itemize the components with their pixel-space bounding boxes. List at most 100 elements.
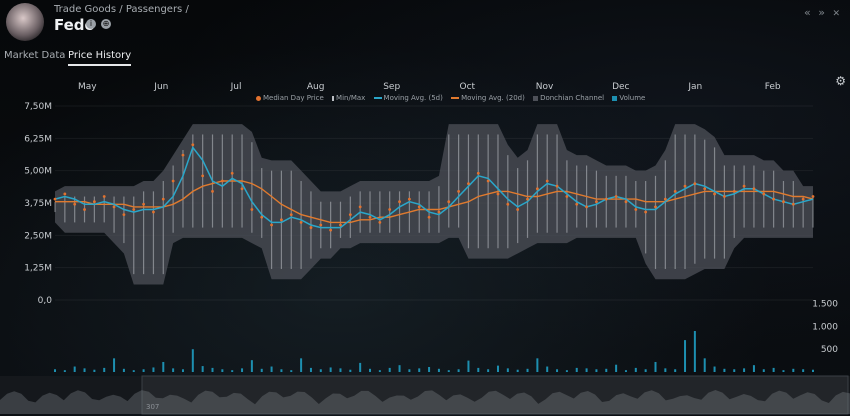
median-point (427, 215, 431, 219)
median-point (575, 202, 579, 206)
median-point (171, 179, 175, 183)
median-point (368, 215, 372, 219)
volume-bar (369, 368, 372, 372)
volume-bar (83, 368, 86, 372)
median-point (693, 182, 697, 186)
volume-tick-label: 500 (821, 345, 838, 355)
volume-bar (152, 367, 155, 372)
volume-bar (703, 358, 706, 372)
volume-bar (733, 369, 736, 372)
volume-bar (113, 358, 116, 372)
median-point (772, 197, 776, 201)
y-tick-label: 5,00M (24, 167, 52, 177)
median-point (782, 200, 785, 204)
median-point (634, 208, 638, 211)
volume-bar (644, 369, 647, 372)
median-point (762, 192, 766, 196)
median-point (92, 200, 96, 204)
volume-bar (526, 368, 529, 372)
volume-bar (752, 365, 755, 372)
volume-bar (487, 369, 490, 372)
volume-bar (339, 368, 342, 372)
median-point (713, 192, 716, 196)
donchian-band (55, 124, 813, 285)
volume-bar (221, 369, 224, 372)
navigator-label: 307 (146, 403, 159, 411)
volume-bar (792, 368, 795, 372)
volume-bar (122, 368, 125, 372)
volume-bar (595, 369, 598, 372)
median-point (53, 197, 57, 201)
volume-bar (437, 368, 440, 372)
median-point (230, 171, 234, 175)
median-point (122, 213, 126, 217)
median-point (486, 179, 490, 183)
range-navigator: 307 (0, 375, 850, 415)
volume-tick-label: 1.000 (812, 322, 838, 332)
median-point (703, 187, 707, 191)
median-point (496, 192, 500, 196)
median-point (683, 184, 687, 188)
median-point (673, 189, 677, 193)
y-tick-label: 0,0 (38, 296, 53, 306)
volume-tick-label: 1.500 (812, 300, 838, 310)
median-point (801, 197, 805, 201)
volume-bar (743, 368, 746, 372)
volume-bar (802, 369, 805, 372)
median-point (476, 171, 480, 175)
volume-bar (762, 369, 765, 372)
median-point (309, 226, 313, 229)
median-point (752, 187, 756, 191)
median-point (516, 208, 520, 211)
volume-bar (477, 367, 480, 372)
volume-bar (201, 366, 204, 372)
volume-bar (772, 367, 775, 372)
median-point (467, 182, 470, 186)
median-point (132, 208, 136, 211)
price-chart[interactable]: 7,50M6,25M5,00M3,75M2,50M1,25M0,0 1.5001… (0, 0, 850, 416)
volume-bar (93, 369, 96, 372)
median-point (555, 184, 559, 188)
volume-bar (782, 370, 785, 372)
volume-bar (103, 367, 106, 372)
volume-bar (270, 366, 273, 372)
median-point (447, 200, 451, 204)
volume-bar (674, 369, 677, 372)
volume-bar (290, 370, 293, 372)
volume-bar (260, 368, 263, 372)
median-point (112, 205, 116, 209)
median-point (348, 213, 352, 217)
volume-bar (378, 370, 381, 372)
median-point (378, 221, 382, 224)
median-point (614, 195, 618, 198)
median-point (280, 218, 283, 222)
median-point (250, 208, 254, 211)
volume-bar (565, 370, 568, 372)
volume-bar (54, 369, 56, 372)
median-point (535, 187, 539, 191)
median-point (358, 205, 362, 209)
median-point (270, 223, 273, 227)
volume-bar (723, 368, 726, 372)
volume-bar (585, 368, 588, 372)
volume-bar (172, 368, 175, 372)
volume-bar (418, 368, 421, 372)
median-point (595, 200, 598, 204)
median-point (742, 184, 746, 188)
y-tick-label: 2,50M (24, 231, 52, 241)
volume-bar (467, 360, 470, 372)
median-point (417, 205, 421, 209)
volume-bars (54, 331, 814, 372)
median-point (142, 202, 145, 206)
median-point (63, 192, 67, 196)
median-point (339, 223, 342, 227)
volume-bar (605, 368, 608, 372)
volume-bar (546, 366, 549, 372)
median-point (732, 189, 736, 193)
median-point (398, 200, 401, 204)
median-point (319, 223, 323, 227)
median-point (260, 215, 264, 219)
median-point (211, 189, 214, 193)
median-point (152, 210, 155, 214)
volume-bar (624, 370, 627, 372)
